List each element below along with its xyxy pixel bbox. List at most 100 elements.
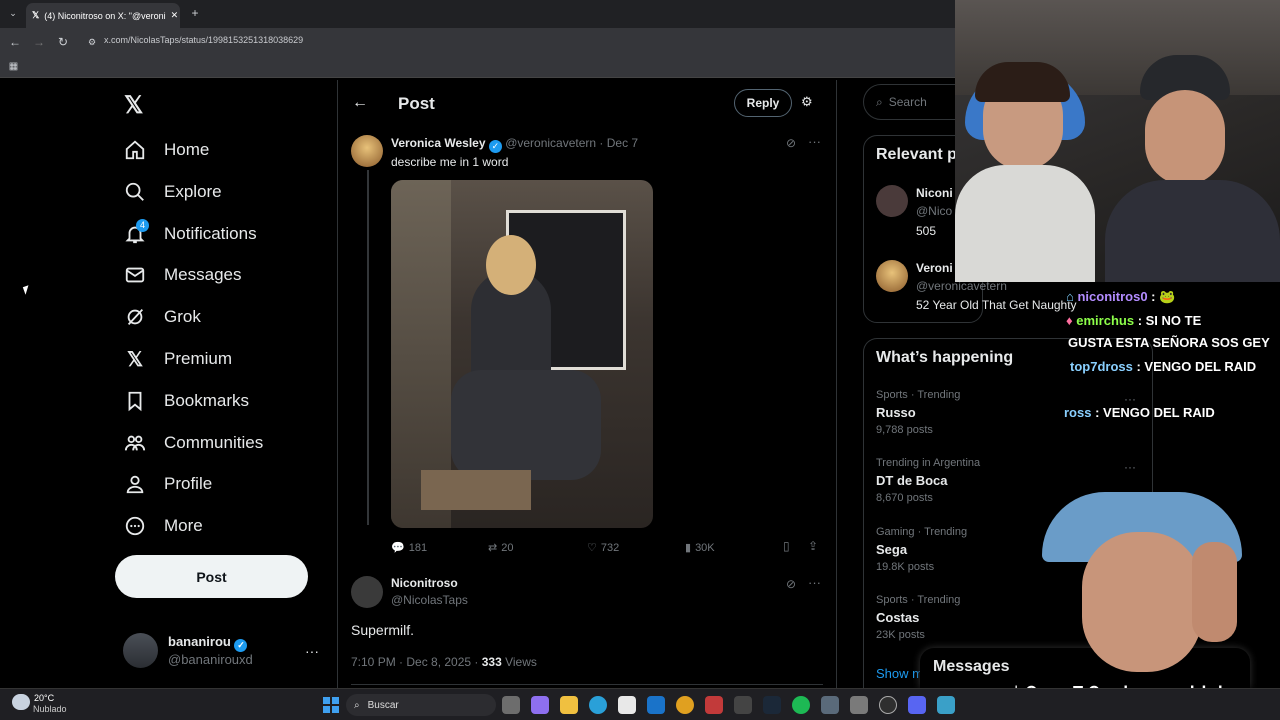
weather-desc: Nublado	[33, 704, 67, 714]
trend-name: DT de Boca	[876, 473, 948, 488]
relevant-name-1[interactable]: Niconi	[916, 186, 953, 200]
nav-label: Notifications	[164, 224, 257, 243]
relevant-name-2[interactable]: Veroni	[916, 261, 953, 275]
task-view-icon[interactable]	[502, 696, 520, 714]
trend-item[interactable]: Sports · Trending Russo 9,788 posts	[876, 389, 960, 436]
nav-profile[interactable]: Profile	[124, 469, 212, 499]
search-icon	[124, 181, 146, 203]
app-icon[interactable]	[705, 696, 723, 714]
like-count[interactable]: ♡ 732	[587, 541, 619, 555]
photos-icon[interactable]	[937, 696, 955, 714]
taskbar-search[interactable]: ⌕ Buscar	[346, 694, 496, 716]
webcam-overlay	[955, 0, 1280, 282]
trend-category: Sports · Trending	[876, 594, 961, 606]
nav-messages[interactable]: Messages	[124, 260, 241, 290]
reply-more-icon[interactable]: ···	[808, 575, 821, 590]
views-count[interactable]: ▮ 30K	[685, 541, 715, 555]
trend-item[interactable]: Sports · Trending Costas 23K posts	[876, 594, 960, 641]
chat-text: : SI NO TE	[1134, 313, 1202, 328]
weather-temp[interactable]: 20°C	[34, 693, 54, 703]
show-more-link[interactable]: Show m	[876, 666, 923, 681]
bookmark-icon[interactable]: ▯	[783, 539, 790, 553]
webcam-face-right	[1145, 90, 1225, 185]
image-hair	[486, 235, 536, 295]
tweet-header: Veronica Wesley ✓ @veronicavetern · Dec …	[391, 136, 638, 153]
nav-notifications[interactable]: 4 Notifications	[124, 219, 257, 249]
forward-icon[interactable]: →	[32, 35, 46, 49]
nav-grok[interactable]: Grok	[124, 302, 201, 332]
tweet-avatar[interactable]	[351, 135, 383, 167]
share-icon[interactable]: ⇪	[808, 539, 818, 553]
retweet-count[interactable]: ⇄ 20	[488, 541, 513, 555]
sliders-icon[interactable]: ⚙	[801, 94, 813, 110]
nav-explore[interactable]: Explore	[124, 177, 222, 207]
tweet-image[interactable]	[391, 180, 653, 528]
image-bench	[421, 470, 531, 510]
nav-communities[interactable]: Communities	[124, 428, 263, 458]
app-icon[interactable]	[821, 696, 839, 714]
trend-item[interactable]: Trending in Argentina DT de Boca 8,670 pos…	[876, 457, 980, 504]
trend-item[interactable]: Gaming · Trending Sega 19.8K posts	[876, 526, 967, 573]
url-input[interactable]: x.com/NicolasTaps/status/199815325131803…	[104, 35, 303, 45]
tweet-date[interactable]: · Dec 7	[599, 136, 638, 150]
nav-premium[interactable]: 𝕏 Premium	[124, 344, 232, 374]
search-icon: ⌕	[876, 94, 883, 109]
steam-icon[interactable]	[763, 696, 781, 714]
copilot-icon[interactable]	[531, 696, 549, 714]
reply-time[interactable]: 7:10 PM · Dec 8, 2025 ·	[351, 655, 482, 669]
tab-close-icon[interactable]: ✕	[171, 10, 179, 21]
new-tab-icon[interactable]: +	[188, 6, 202, 20]
nav-more[interactable]: More	[124, 511, 203, 541]
relevant-avatar-2[interactable]	[876, 260, 908, 292]
start-icon[interactable]	[323, 697, 339, 713]
back-arrow-icon[interactable]: ←	[352, 94, 368, 112]
post-button[interactable]: Post	[115, 555, 308, 598]
weather-icon[interactable]	[12, 694, 30, 710]
store-icon[interactable]	[618, 696, 636, 714]
account-more-icon[interactable]: ···	[305, 643, 319, 659]
trend-posts: 23K posts	[876, 629, 925, 641]
obs-icon[interactable]	[879, 696, 897, 714]
grok-icon[interactable]: ⊘	[786, 136, 796, 150]
trend-more-icon[interactable]: ···	[1124, 392, 1136, 406]
x-logo-icon[interactable]: 𝕏	[124, 91, 150, 119]
grok-icon[interactable]: ⊘	[786, 577, 796, 591]
site-info-icon[interactable]: ⚙	[86, 35, 98, 49]
nav-bookmarks[interactable]: Bookmarks	[124, 386, 249, 416]
replies-value: 181	[408, 541, 428, 554]
discord-icon[interactable]	[908, 696, 926, 714]
facecam-hand	[1192, 542, 1237, 642]
nav-home[interactable]: Home	[124, 135, 209, 165]
file-explorer-icon[interactable]	[560, 696, 578, 714]
reply-avatar[interactable]	[351, 576, 383, 608]
reply-views-label: Views	[501, 655, 537, 669]
avatar[interactable]	[123, 633, 158, 668]
spotify-icon[interactable]	[792, 696, 810, 714]
edge-icon[interactable]	[589, 696, 607, 714]
relevant-avatar-1[interactable]	[876, 185, 908, 217]
relevant-title: Relevant p	[876, 146, 957, 163]
back-icon[interactable]: ←	[8, 35, 22, 49]
reply-count[interactable]: 💬 181	[391, 541, 428, 555]
reload-icon[interactable]: ↻	[56, 35, 70, 49]
tweet-handle[interactable]: @veronicavetern	[505, 136, 596, 150]
comment-icon: 💬	[391, 542, 405, 554]
outlook-icon[interactable]	[647, 696, 665, 714]
tweet-author[interactable]: Veronica Wesley	[391, 136, 486, 150]
taskbar-search-label: Buscar	[367, 699, 399, 711]
reply-button[interactable]: Reply	[734, 89, 792, 117]
browser-tab[interactable]: 𝕏 (4) Niconitroso on X: "@veroni ✕	[26, 3, 180, 28]
apps-grid-icon[interactable]: ▦	[7, 60, 20, 73]
reply-author[interactable]: Niconitroso	[391, 576, 458, 590]
notification-badge: 4	[136, 219, 149, 232]
tab-list-icon[interactable]: ⌄	[6, 6, 20, 20]
settings-icon[interactable]	[850, 696, 868, 714]
page-title: Post	[398, 94, 435, 113]
frog-emote-icon: 🐸	[1159, 289, 1176, 304]
reply-handle[interactable]: @NicolasTaps	[391, 593, 468, 607]
capcut-icon[interactable]	[734, 696, 752, 714]
account-switcher[interactable]: bananirou ✓	[168, 634, 248, 652]
tweet-more-icon[interactable]: ···	[808, 134, 821, 149]
nav-label: Bookmarks	[164, 391, 250, 410]
chrome-icon[interactable]	[676, 696, 694, 714]
